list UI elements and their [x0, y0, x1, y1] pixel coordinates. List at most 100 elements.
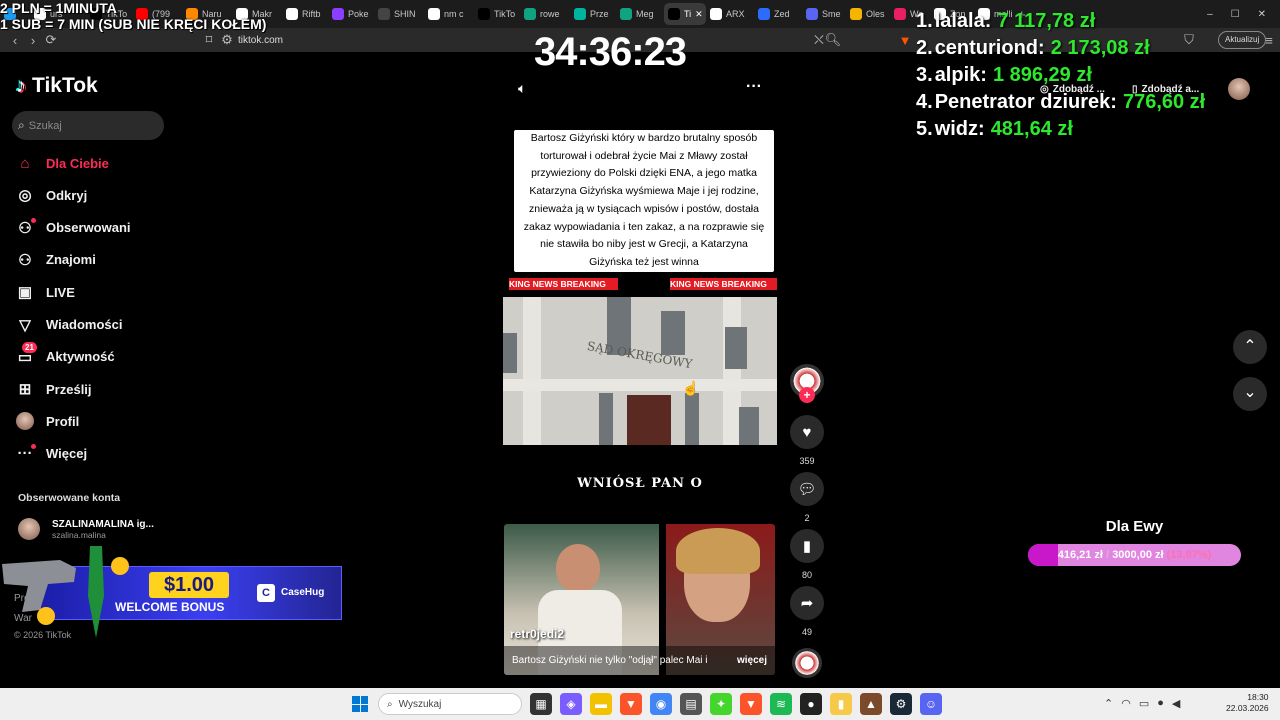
follow-plus-icon[interactable]: + — [799, 387, 815, 403]
minimize-icon[interactable]: – — [1207, 9, 1213, 20]
menu-icon[interactable]: ≡ — [1260, 31, 1278, 49]
browser-tab[interactable]: rowe — [520, 3, 570, 25]
tiktok-logo[interactable]: ♪ TikTok — [16, 74, 98, 98]
volume-icon[interactable]: 🔈︎ — [518, 80, 526, 97]
nav-item-wiadomo-ci[interactable]: ▽ Wiadomości — [16, 313, 176, 337]
network-icon[interactable]: ▭ — [1139, 697, 1149, 710]
comment-icon[interactable]: 💬︎ — [790, 472, 824, 506]
file-explorer-icon[interactable]: ▬ — [590, 693, 612, 715]
nav-item-aktywno-[interactable]: ▭ 21 Aktywność — [16, 341, 176, 369]
app-icon[interactable]: ▲ — [860, 693, 882, 715]
leaderboard-amount: 481,64 zł — [990, 118, 1073, 140]
followed-account[interactable]: SZALINAMALINA ig... szalina.malina — [18, 518, 154, 540]
nav-item-live[interactable]: ▣ LIVE — [16, 280, 176, 304]
task-view-icon[interactable]: ▦ — [530, 693, 552, 715]
browser-tab[interactable]: ARX — [706, 3, 754, 25]
update-button[interactable]: Aktualizuj — [1218, 31, 1267, 49]
nav-item-wi-cej[interactable]: ··· Więcej — [16, 442, 176, 466]
copilot-icon[interactable]: ◈ — [560, 693, 582, 715]
calculator-icon[interactable]: ▤ — [680, 693, 702, 715]
discord-icon[interactable]: ☺ — [920, 693, 942, 715]
browser-tab[interactable]: Riftb — [282, 3, 328, 25]
next-video-button[interactable]: ⌄ — [1233, 377, 1267, 411]
close-tab-icon[interactable]: ✕ — [695, 9, 703, 20]
notes-icon[interactable]: ▮ — [830, 693, 852, 715]
start-button[interactable] — [352, 696, 368, 712]
avatar — [18, 518, 40, 540]
nav-item-obserwowani[interactable]: ⚇ Obserwowani — [16, 216, 176, 240]
chrome-icon[interactable]: ◉ — [650, 693, 672, 715]
steam-icon[interactable]: ⚙ — [890, 693, 912, 715]
volume-tray-icon[interactable]: ◀ — [1172, 697, 1180, 710]
browser-tab[interactable]: SHIN — [374, 3, 424, 25]
nav-item-profil[interactable]: Profil — [16, 409, 176, 433]
save-action[interactable]: ▮ 80 — [790, 529, 824, 580]
browser-tab[interactable]: Poke — [328, 3, 374, 25]
share-action[interactable]: ➦ 49 — [790, 586, 824, 637]
tab-label: Prze — [590, 9, 609, 19]
browser-tab[interactable]: TikTo — [474, 3, 520, 25]
site-info-icon[interactable]: ⚙ — [218, 31, 236, 49]
chevron-up-icon[interactable]: ⌃ — [1104, 697, 1113, 710]
brave-icon[interactable]: ▼ — [620, 693, 642, 715]
leaderboard-row: 4. Penetrator dziurek: 776,60 zł — [916, 91, 1205, 118]
nav-label: Obserwowani — [46, 220, 131, 236]
search-input[interactable]: ⌕ Szukaj — [12, 111, 164, 140]
browser-tab[interactable]: Prze — [570, 3, 616, 25]
like-action[interactable]: ♥ 359 — [790, 415, 824, 466]
browser-tab[interactable]: Oles — [846, 3, 890, 25]
leaderboard-rank: 1. — [916, 10, 933, 32]
clock[interactable]: 18:30 22.03.2026 — [1226, 692, 1269, 714]
nav-item-prze-lij[interactable]: ⊞ Prześlij — [16, 377, 176, 401]
more-options-icon[interactable]: ··· — [746, 78, 762, 96]
mic-icon[interactable]: ● — [1157, 697, 1164, 710]
browser-tab[interactable]: Zed — [754, 3, 802, 25]
browser-tab[interactable]: Sme — [802, 3, 846, 25]
taskbar-search[interactable]: ⌕ Wyszukaj — [378, 693, 522, 715]
leaderboard-rank: 2. — [916, 37, 933, 59]
obs-icon[interactable]: ● — [800, 693, 822, 715]
wifi-icon[interactable]: ◠ — [1121, 697, 1131, 710]
leaderboard-amount: 7 117,78 zł — [997, 10, 1096, 32]
leaderboard-name: centuriond: — [934, 37, 1045, 59]
share-icon[interactable]: ➦ — [790, 586, 824, 620]
stream-timer: 34:36:23 — [533, 30, 687, 74]
back-icon[interactable]: ‹ — [6, 31, 24, 49]
bookmark-icon[interactable]: ▮ — [790, 529, 824, 563]
video-thumbnails[interactable]: retr0jedi2 Bartosz Giżyński nie tylko "o… — [504, 524, 775, 675]
maximize-icon[interactable]: ☐ — [1231, 9, 1240, 20]
browser-tab[interactable]: nm c — [424, 3, 474, 25]
user-avatar[interactable] — [1228, 78, 1250, 100]
tiktok-icon — [478, 8, 490, 20]
heart-icon[interactable]: ♥ — [790, 415, 824, 449]
close-window-icon[interactable]: ✕ — [1258, 9, 1266, 20]
comment-action[interactable]: 💬︎ 2 — [790, 472, 824, 523]
tray-icons: ⌃ ◠ ▭ ● ◀ — [1104, 697, 1180, 710]
more-link[interactable]: więcej — [737, 655, 767, 666]
ad-brand: CaseHug — [281, 587, 325, 598]
zoom-icon[interactable]: 🔍︎ — [824, 31, 842, 49]
followed-name: SZALINAMALINA ig... — [52, 518, 154, 530]
thumbnail-user[interactable]: retr0jedi2 — [510, 627, 564, 641]
nav-item-dla-ciebie[interactable]: ⌂ Dla Ciebie — [16, 151, 176, 175]
leaderboard-rank: 5. — [916, 118, 933, 140]
spotify-icon[interactable]: ≋ — [770, 693, 792, 715]
brave-active-icon[interactable]: ▼ — [740, 693, 762, 715]
nav-item-odkryj[interactable]: ◎ Odkryj — [16, 183, 176, 207]
ad-text: WELCOME BONUS — [115, 600, 225, 614]
music-disc-icon[interactable] — [792, 648, 822, 678]
reload-icon[interactable]: ⟳ — [42, 31, 60, 49]
url-text[interactable]: tiktok.com — [238, 35, 283, 46]
gun-shape — [2, 560, 76, 612]
ad-knife-gun-graphic — [2, 546, 129, 638]
forward-icon[interactable]: › — [24, 31, 42, 49]
previous-video-button[interactable]: ⌃ — [1233, 330, 1267, 364]
brave-shield-icon[interactable]: ▼ — [896, 31, 914, 49]
browser-tab[interactable]: Meg — [616, 3, 664, 25]
upload-icon: ⊞ — [18, 381, 32, 399]
tiktok-note-icon: ♪ — [16, 74, 26, 97]
bookmark-icon[interactable]: ⌑ — [200, 31, 218, 49]
nav-item-znajomi[interactable]: ⚇ Znajomi — [16, 248, 176, 272]
browser-tab[interactable]: Ti ✕ — [664, 3, 706, 25]
razer-icon[interactable]: ✦ — [710, 693, 732, 715]
